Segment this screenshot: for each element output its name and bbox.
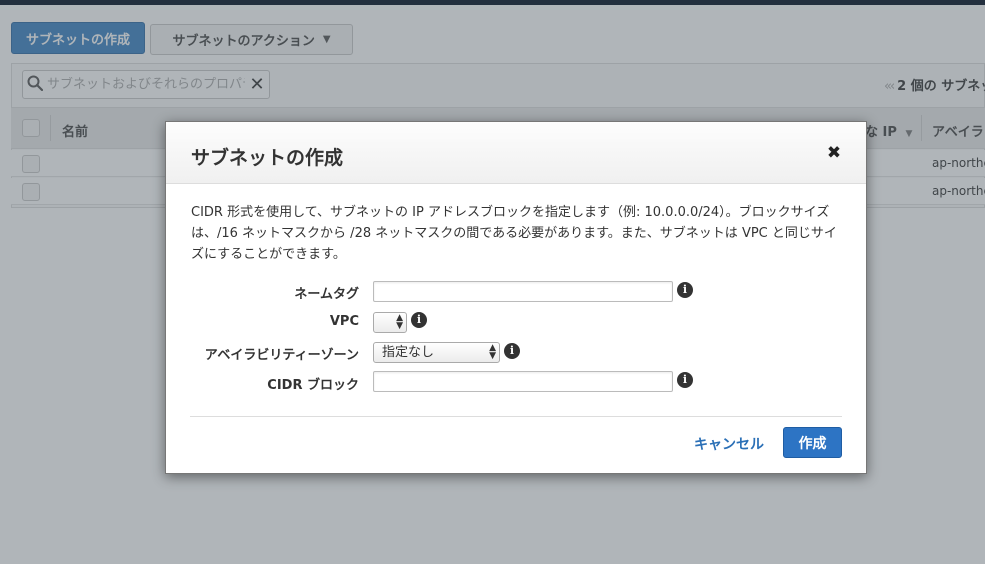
name-tag-label: ネームタグ [294, 287, 359, 302]
availability-zone-select[interactable]: 指定なし ▲ ▼ [373, 342, 500, 363]
vpc-select[interactable]: ▲ ▼ [373, 312, 407, 333]
info-icon[interactable]: i [411, 312, 427, 328]
cidr-block-input[interactable] [373, 371, 673, 392]
dialog-divider [190, 416, 842, 417]
info-icon[interactable]: i [677, 282, 693, 298]
create-subnet-dialog: サブネットの作成 ✖ CIDR 形式を使用して、サブネットの IP アドレスブロ… [165, 121, 867, 474]
select-arrows-icon: ▲ ▼ [396, 313, 403, 331]
cancel-button[interactable]: キャンセル [694, 434, 764, 454]
cidr-block-label: CIDR ブロック [267, 378, 359, 393]
info-icon[interactable]: i [504, 343, 520, 359]
create-button[interactable]: 作成 [783, 427, 842, 458]
select-arrows-icon: ▲ ▼ [489, 343, 496, 361]
dialog-header: サブネットの作成 ✖ [166, 122, 866, 184]
info-icon[interactable]: i [677, 372, 693, 388]
availability-zone-label: アベイラビリティーゾーン [204, 348, 359, 363]
dialog-description: CIDR 形式を使用して、サブネットの IP アドレスブロックを指定します（例:… [191, 205, 837, 262]
vpc-label: VPC [329, 314, 359, 329]
dialog-title: サブネットの作成 [191, 147, 344, 169]
availability-zone-select-value: 指定なし [382, 345, 435, 360]
name-tag-input[interactable] [373, 281, 673, 302]
close-icon[interactable]: ✖ [824, 143, 844, 163]
